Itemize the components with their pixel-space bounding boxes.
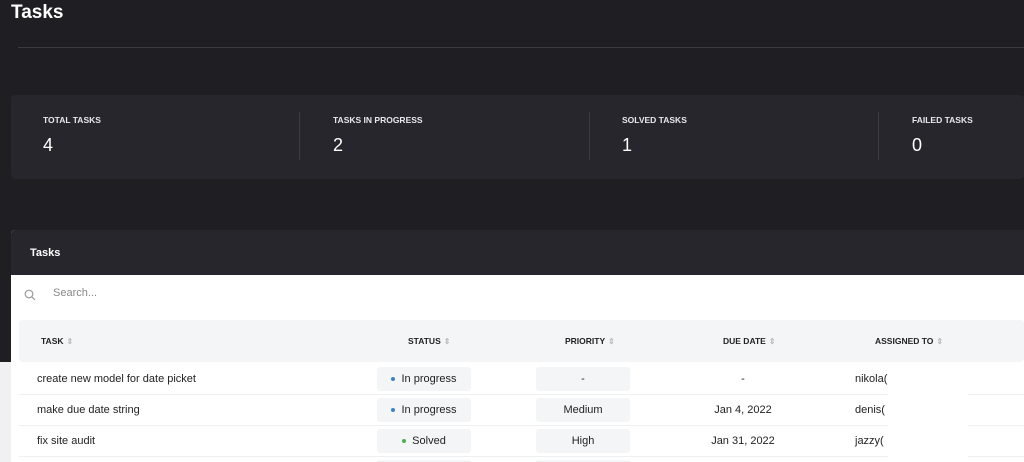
column-header-assigned-to[interactable]: ASSIGNED TO ⇕ <box>875 336 943 346</box>
search-bar <box>11 275 1024 320</box>
column-label: PRIORITY <box>565 336 606 346</box>
column-header-priority[interactable]: PRIORITY ⇕ <box>565 336 615 346</box>
status-text: Solved <box>412 435 446 447</box>
tasks-table-card: Tasks TASK⇕ STATUS⇕ PRIORITY⇕ DUE DATE⇕ … <box>11 230 1024 462</box>
sort-icon: ⇕ <box>608 337 615 346</box>
table-title: Tasks <box>11 230 1024 275</box>
status-dot-icon <box>391 377 396 382</box>
task-name: make due date string <box>37 404 140 416</box>
background-strip <box>0 362 11 462</box>
stat-value: 2 <box>333 135 344 155</box>
task-name: create new model for date picket <box>37 373 196 385</box>
stats-panel: TOTAL TASKS 4 TASKS IN PROGRESS 2 SOLVED… <box>11 95 1024 179</box>
table-row[interactable]: create new model for date picket In prog… <box>19 364 1024 395</box>
assigned-to: jazzy( <box>855 435 884 447</box>
status-text: In progress <box>401 404 457 416</box>
status-dot-icon <box>391 408 396 413</box>
status-text: In progress <box>401 373 457 385</box>
table-header: TASK ⇕ STATUS ⇕ PRIORITY ⇕ DUE DATE ⇕ ASSIGN… <box>19 320 1024 362</box>
stat-separator <box>299 112 300 160</box>
divider <box>18 47 1024 48</box>
column-label: TASK <box>41 336 64 346</box>
column-label: ASSIGNED TO <box>875 336 934 346</box>
redaction-box <box>888 364 968 462</box>
column-label: STATUS <box>408 336 441 346</box>
stat-separator <box>589 112 590 160</box>
due-date: Jan 4, 2022 <box>714 404 772 416</box>
status-badge: Solved <box>377 429 471 453</box>
table-row[interactable]: make due date string In progress Medium … <box>19 395 1024 426</box>
due-date: - <box>741 373 745 385</box>
stat-value: 1 <box>622 135 633 155</box>
column-header-status[interactable]: STATUS ⇕ <box>408 336 450 346</box>
column-header-task[interactable]: TASK ⇕ <box>41 336 73 346</box>
stat-label: TASKS IN PROGRESS <box>333 115 423 125</box>
assigned-to: nikola( <box>855 373 888 385</box>
sort-icon: ⇕ <box>66 337 74 346</box>
stat-value: 4 <box>43 135 54 155</box>
column-header-due-date[interactable]: DUE DATE ⇕ <box>723 336 776 346</box>
task-name: fix site audit <box>37 435 96 447</box>
priority-badge: Medium <box>536 398 630 422</box>
status-badge: In progress <box>377 367 471 391</box>
due-date: Jan 31, 2022 <box>711 435 775 447</box>
stat-label: SOLVED TASKS <box>622 115 687 125</box>
stat-separator <box>878 112 879 160</box>
search-icon <box>24 289 36 301</box>
assigned-to: denis( <box>855 404 885 416</box>
table-row[interactable] <box>19 457 1024 462</box>
status-dot-icon <box>402 439 407 444</box>
column-label: DUE DATE <box>723 336 766 346</box>
stat-label: TOTAL TASKS <box>43 115 101 125</box>
search-input[interactable] <box>53 287 453 299</box>
sort-icon: ⇕ <box>443 337 451 346</box>
stat-value: 0 <box>912 135 923 155</box>
priority-badge: - <box>536 367 630 391</box>
sort-icon: ⇕ <box>936 337 944 346</box>
status-badge: In progress <box>377 398 471 422</box>
priority-badge: High <box>536 429 630 453</box>
page-title: Tasks <box>11 2 64 23</box>
stat-label: FAILED TASKS <box>912 115 973 125</box>
sort-icon: ⇕ <box>768 337 776 346</box>
table-row[interactable]: fix site audit Solved High Jan 31, 2022 … <box>19 426 1024 457</box>
